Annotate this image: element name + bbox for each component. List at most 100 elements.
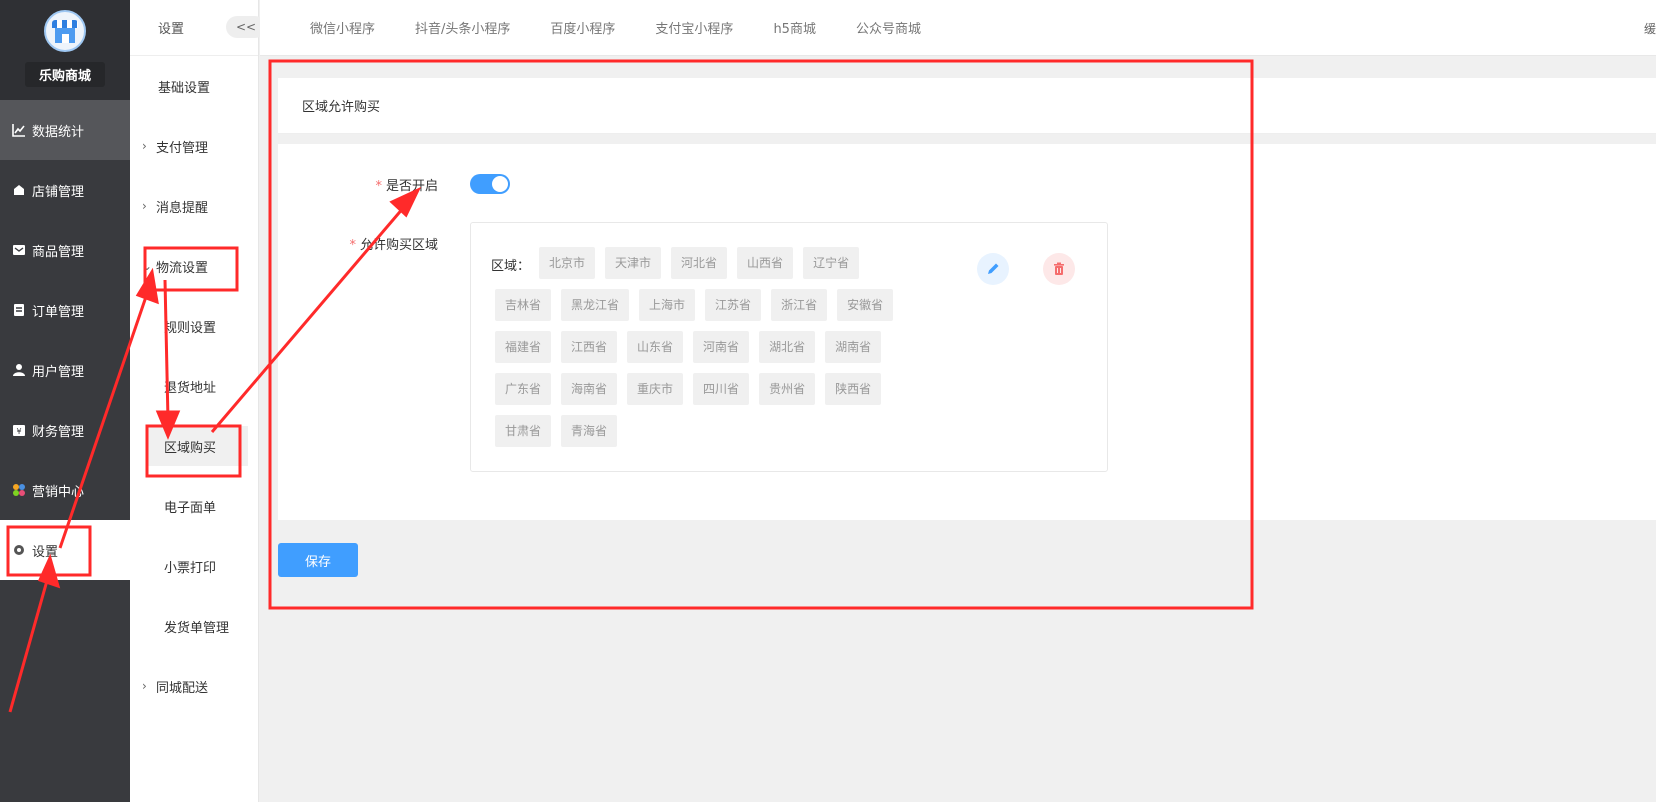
pencil-icon xyxy=(988,263,999,274)
submenu-item-label: 基础设置 xyxy=(158,80,211,96)
tab-douyin[interactable]: 抖音/头条小程序 xyxy=(415,18,510,37)
submenu-item-label: 退货地址 xyxy=(164,380,217,396)
tab-alipay[interactable]: 支付宝小程序 xyxy=(655,18,733,37)
sidebar-item-marketing[interactable]: 营销中心 xyxy=(0,460,130,520)
submenu-item-label: 发货单管理 xyxy=(164,620,230,636)
sidebar-item-label: 营销中心 xyxy=(32,484,85,500)
submenu-item-label: 规则设置 xyxy=(164,320,217,336)
enable-label: * 是否开启 xyxy=(278,175,438,194)
chart-icon xyxy=(12,123,26,137)
submenu-item-label: 电子面单 xyxy=(164,500,217,516)
chevron-right-icon: › xyxy=(142,199,147,213)
submenu-item-messages[interactable]: › 消息提醒 xyxy=(130,176,258,236)
cache-link[interactable]: 缓 xyxy=(1644,20,1656,37)
submenu-item-receipt-print[interactable]: 小票打印 xyxy=(130,536,258,596)
sidebar-item-label: 店铺管理 xyxy=(32,184,85,200)
region-tag: 海南省 xyxy=(561,373,618,405)
submenu-item-basic[interactable]: 基础设置 xyxy=(130,56,258,116)
region-tag: 河北省 xyxy=(671,247,728,279)
region-tag: 河南省 xyxy=(693,331,750,363)
tag-row: 广东省 海南省 重庆市 四川省 贵州省 陕西省 xyxy=(495,373,915,405)
region-tag: 浙江省 xyxy=(771,289,828,321)
sidebar-item-label: 用户管理 xyxy=(32,364,85,380)
region-item: 区域： 北京市 天津市 河北省 山西省 辽宁省 吉林省 黑龙江省 上海市 江苏省 xyxy=(470,222,1108,472)
region-tag: 上海市 xyxy=(639,289,696,321)
sidebar-item-label: 订单管理 xyxy=(32,304,85,320)
chevron-right-icon: › xyxy=(142,679,147,693)
region-tag: 四川省 xyxy=(693,373,750,405)
platform-tabs: 微信小程序 抖音/头条小程序 百度小程序 支付宝小程序 h5商城 公众号商城 缓 xyxy=(260,0,1656,56)
region-tag: 北京市 xyxy=(539,247,596,279)
sidebar-item-users[interactable]: 用户管理 xyxy=(0,340,130,400)
main-sidebar: 乐购商城 数据统计 店铺管理 商品管理 订单管理 用户管理 ¥ 财务管理 营销中… xyxy=(0,0,130,802)
store-logo-icon xyxy=(44,10,86,52)
submenu-item-label: 区域购买 xyxy=(164,440,217,456)
brand: 乐购商城 xyxy=(0,0,130,100)
enable-toggle[interactable] xyxy=(470,174,510,194)
submenu-item-payment[interactable]: › 支付管理 xyxy=(130,116,258,176)
store-icon xyxy=(12,183,26,197)
region-tag: 安徽省 xyxy=(837,289,894,321)
region-label: * 允许购买区域 xyxy=(278,234,438,253)
sidebar-item-goods[interactable]: 商品管理 xyxy=(0,220,130,280)
svg-text:¥: ¥ xyxy=(16,427,21,436)
region-tag: 湖北省 xyxy=(759,331,816,363)
submenu-item-label: 物流设置 xyxy=(156,260,209,276)
submenu-title: 设置 xyxy=(158,22,185,37)
tab-wechat[interactable]: 微信小程序 xyxy=(310,18,375,37)
submenu-item-label: 支付管理 xyxy=(156,140,209,156)
region-tag: 山东省 xyxy=(627,331,684,363)
sidebar-item-label: 财务管理 xyxy=(32,424,85,440)
sidebar-item-label: 设置 xyxy=(32,544,59,560)
region-tag: 广东省 xyxy=(495,373,552,405)
main-content: 区域允许购买 * 是否开启 * 允许购买区域 区域： 北京市 天津市 河北省 山西省 xyxy=(260,56,1656,802)
submenu-header: 设置 << xyxy=(130,0,266,56)
trash-icon xyxy=(1054,262,1064,275)
save-button[interactable]: 保存 xyxy=(278,543,358,577)
enable-label-text: 是否开启 xyxy=(385,179,438,194)
region-tag: 湖南省 xyxy=(825,331,882,363)
region-tag: 重庆市 xyxy=(627,373,684,405)
region-tag: 吉林省 xyxy=(495,289,552,321)
region-label-text: 允许购买区域 xyxy=(359,238,438,253)
tab-official-account[interactable]: 公众号商城 xyxy=(856,18,921,37)
sidebar-item-finance[interactable]: ¥ 财务管理 xyxy=(0,400,130,460)
region-tag: 福建省 xyxy=(495,331,552,363)
tag-row: 北京市 天津市 河北省 山西省 辽宁省 xyxy=(495,247,915,279)
submenu-item-return-address[interactable]: 退货地址 xyxy=(130,356,258,416)
goods-icon xyxy=(12,243,26,257)
chevron-right-icon: › xyxy=(142,139,147,153)
sidebar-item-stats[interactable]: 数据统计 xyxy=(0,100,130,160)
region-form: *是否开启 *允许购买区域 区域： 北京市 天津市 河北省 山西省 辽宁省 xyxy=(278,144,1656,520)
tab-h5[interactable]: h5商城 xyxy=(773,18,816,37)
region-tag-list: 北京市 天津市 河北省 山西省 辽宁省 吉林省 黑龙江省 上海市 江苏省 浙江省… xyxy=(495,247,915,457)
sidebar-item-store[interactable]: 店铺管理 xyxy=(0,160,130,220)
sidebar-item-settings[interactable]: 设置 xyxy=(0,520,130,580)
submenu-item-logistics[interactable]: ⌄ 物流设置 xyxy=(130,236,258,296)
tab-baidu[interactable]: 百度小程序 xyxy=(550,18,615,37)
delete-region-button[interactable] xyxy=(1043,253,1075,285)
submenu-item-rules[interactable]: 规则设置 xyxy=(130,296,258,356)
app-window: 乐购商城 数据统计 店铺管理 商品管理 订单管理 用户管理 ¥ 财务管理 营销中… xyxy=(0,0,1656,802)
settings-submenu: 设置 << 基础设置 › 支付管理 › 消息提醒 ⌄ 物流设置 规则设置 退货地… xyxy=(130,0,266,802)
tag-row: 甘肃省 青海省 xyxy=(495,415,915,447)
submenu-item-label: 小票打印 xyxy=(164,560,217,576)
region-tag: 江西省 xyxy=(561,331,618,363)
submenu-item-shipping-docs[interactable]: 发货单管理 xyxy=(130,596,258,656)
required-mark: * xyxy=(349,238,356,253)
tag-row: 福建省 江西省 山东省 河南省 湖北省 湖南省 xyxy=(495,331,915,363)
user-icon xyxy=(12,363,26,377)
submenu-item-e-waybill[interactable]: 电子面单 xyxy=(130,476,258,536)
region-tag: 辽宁省 xyxy=(803,247,860,279)
region-tag: 贵州省 xyxy=(759,373,816,405)
region-tag: 天津市 xyxy=(605,247,662,279)
required-mark: * xyxy=(375,179,382,194)
submenu-item-local-delivery[interactable]: › 同城配送 xyxy=(130,656,258,716)
region-tag: 山西省 xyxy=(737,247,794,279)
finance-icon: ¥ xyxy=(12,423,26,437)
submenu-item-region-purchase[interactable]: 区域购买 xyxy=(148,426,248,466)
sidebar-item-orders[interactable]: 订单管理 xyxy=(0,280,130,340)
gear-icon xyxy=(12,543,26,557)
sidebar-item-label: 商品管理 xyxy=(32,244,85,260)
edit-region-button[interactable] xyxy=(977,253,1009,285)
